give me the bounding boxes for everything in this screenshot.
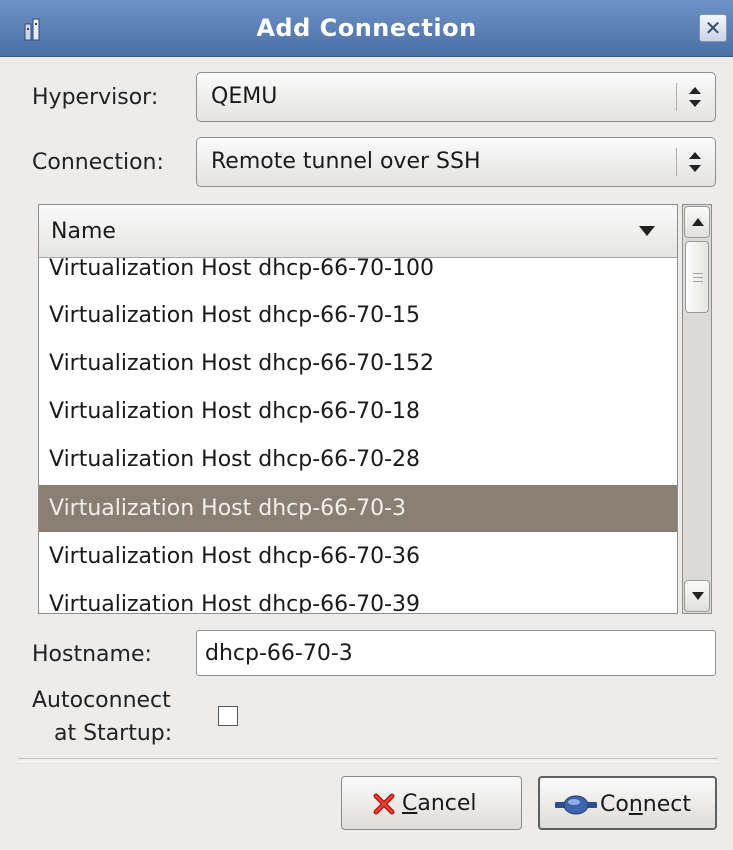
dialog-title: Add Connection	[256, 14, 477, 42]
scroll-up-button[interactable]	[684, 206, 710, 238]
hostname-value: dhcp-66-70-3	[205, 641, 353, 666]
grip-line	[693, 281, 703, 282]
hypervisor-value: QEMU	[211, 84, 278, 109]
list-item[interactable]: Virtualization Host dhcp-66-70-36	[39, 533, 677, 580]
scroll-down-button[interactable]	[684, 580, 710, 612]
list-scrollbar[interactable]	[682, 204, 712, 614]
list-item[interactable]: Virtualization Host dhcp-66-70-18	[39, 388, 677, 435]
grip-line	[693, 277, 703, 278]
mnemonic: n	[628, 792, 643, 817]
list-item[interactable]: Virtualization Host dhcp-66-70-100	[39, 257, 677, 292]
up-down-arrows-icon	[689, 87, 701, 107]
grip-line	[693, 273, 703, 274]
label-pre: Co	[600, 792, 629, 817]
list-item[interactable]: Virtualization Host dhcp-66-70-39	[39, 581, 677, 613]
connect-label: Connect	[600, 792, 691, 817]
sort-down-icon	[639, 226, 655, 236]
autoconnect-label-line2: at Startup:	[54, 721, 173, 746]
connection-combo[interactable]: Remote tunnel over SSH	[196, 137, 716, 187]
autoconnect-label-line1: Autoconnect	[32, 688, 171, 713]
connect-button[interactable]: Connect	[538, 776, 717, 830]
close-icon: ✕	[704, 16, 722, 40]
hostname-label: Hostname:	[32, 642, 152, 667]
list-item[interactable]: Virtualization Host dhcp-66-70-152	[39, 340, 677, 387]
combo-separator	[676, 83, 677, 111]
arrow-down-icon	[692, 592, 704, 600]
host-list[interactable]: Name Virtualization Host dhcp-66-70-100 …	[38, 204, 678, 614]
separator	[18, 758, 718, 762]
hypervisor-combo[interactable]: QEMU	[196, 72, 716, 122]
cancel-label: Cancel	[402, 791, 477, 816]
combo-separator	[676, 148, 677, 176]
arrow-up-icon	[692, 218, 704, 226]
cancel-button[interactable]: Cancel	[341, 776, 522, 830]
hostname-input[interactable]: dhcp-66-70-3	[196, 630, 716, 676]
add-connection-dialog: Add Connection ✕ Hypervisor: QEMU Connec…	[0, 0, 733, 850]
close-button[interactable]: ✕	[699, 14, 727, 42]
plug-connector-icon	[555, 795, 597, 815]
connection-value: Remote tunnel over SSH	[211, 149, 481, 174]
label-rest: nect	[642, 792, 691, 817]
up-down-arrows-icon	[689, 152, 701, 172]
mnemonic: C	[402, 791, 418, 816]
list-item-selected[interactable]: Virtualization Host dhcp-66-70-3	[39, 485, 677, 532]
column-header-name[interactable]: Name	[39, 205, 677, 258]
titlebar[interactable]: Add Connection ✕	[0, 0, 733, 57]
hypervisor-label: Hypervisor:	[32, 85, 159, 110]
connection-label: Connection:	[32, 150, 164, 175]
list-item[interactable]: Virtualization Host dhcp-66-70-15	[39, 292, 677, 339]
label-rest: ancel	[417, 791, 477, 816]
red-x-icon	[373, 793, 395, 815]
autoconnect-checkbox[interactable]	[218, 706, 238, 726]
column-header-label: Name	[51, 219, 116, 244]
scrollbar-thumb[interactable]	[685, 241, 709, 313]
host-rows: Virtualization Host dhcp-66-70-100 Virtu…	[39, 257, 677, 613]
list-item[interactable]: Virtualization Host dhcp-66-70-28	[39, 436, 677, 483]
